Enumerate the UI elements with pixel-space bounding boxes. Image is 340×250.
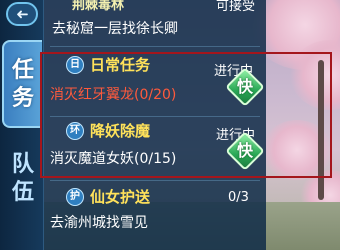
quest-row-escort[interactable]: 护 仙女护送 0/3 去渝州城找雪见 xyxy=(44,180,266,250)
tab-tasks[interactable]: 任 务 xyxy=(2,40,42,128)
arrow-left-icon: ➜ xyxy=(15,5,29,23)
escort-badge-icon: 护 xyxy=(66,188,84,206)
quest-row-thorn-forest[interactable]: 荆棘毒林 可接受 去秘窟一层找徐长卿 xyxy=(44,0,266,44)
side-tab-strip: ➜ 任 务 队 伍 xyxy=(0,0,44,250)
tab-team-char-1: 队 xyxy=(11,151,34,177)
tab-tasks-char-2: 务 xyxy=(11,85,34,111)
quest-progress: 0/3 xyxy=(228,190,249,205)
tab-team-char-2: 伍 xyxy=(11,179,34,205)
tutorial-highlight-frame xyxy=(40,52,332,178)
quest-desc: 去渝州城找雪见 xyxy=(50,215,148,231)
quest-name: 仙女护送 xyxy=(90,188,151,206)
quest-desc: 去秘窟一层找徐长卿 xyxy=(52,21,178,37)
quest-name: 荆棘毒林 xyxy=(72,0,125,13)
tab-team[interactable]: 队 伍 xyxy=(6,138,40,218)
quest-status: 可接受 xyxy=(216,0,256,14)
collapse-panel-button[interactable]: ➜ xyxy=(6,2,38,26)
tab-tasks-char-1: 任 xyxy=(11,57,34,83)
divider xyxy=(50,46,260,47)
